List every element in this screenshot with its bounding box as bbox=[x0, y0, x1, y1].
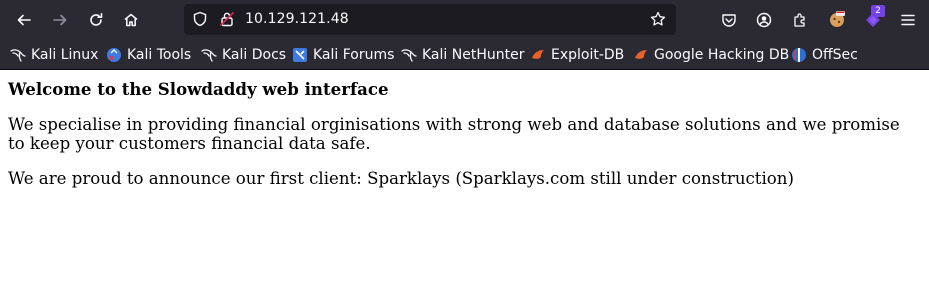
kali-dragon-icon bbox=[10, 47, 26, 63]
bookmark-label: Kali Docs bbox=[222, 47, 287, 63]
url-text[interactable]: 10.129.121.48 bbox=[245, 11, 349, 27]
extensions-badge: 2 bbox=[871, 5, 885, 17]
shield-icon[interactable] bbox=[192, 11, 208, 27]
bookmark-exploit-db[interactable]: Exploit-DB bbox=[530, 44, 624, 66]
kali-tools-icon bbox=[106, 47, 122, 63]
arrow-left-icon bbox=[17, 14, 31, 26]
account-icon[interactable] bbox=[755, 11, 773, 29]
client-paragraph: We are proud to announce our first clien… bbox=[8, 169, 794, 188]
offsec-icon bbox=[791, 47, 807, 63]
extensions-icon[interactable] bbox=[791, 11, 809, 29]
kali-forums-icon bbox=[292, 47, 308, 63]
kali-dragon-icon bbox=[401, 47, 417, 63]
bookmark-kali-linux[interactable]: Kali Linux bbox=[10, 44, 98, 66]
bookmark-kali-docs[interactable]: Kali Docs bbox=[201, 44, 286, 66]
bookmark-offsec[interactable]: OffSec bbox=[791, 44, 858, 66]
reload-button[interactable] bbox=[82, 6, 110, 34]
pocket-icon[interactable] bbox=[720, 11, 738, 29]
back-button[interactable] bbox=[10, 6, 38, 34]
bookmarks-toolbar: Kali Linux Kali Tools Kali Docs Kali For… bbox=[0, 40, 929, 70]
cookie-extension-icon[interactable] bbox=[827, 9, 847, 29]
bookmark-label: Exploit-DB bbox=[551, 47, 625, 63]
kali-dragon-icon bbox=[201, 47, 217, 63]
bookmark-google-hacking-db[interactable]: Google Hacking DB bbox=[633, 44, 789, 66]
url-bar[interactable]: 10.129.121.48 bbox=[184, 4, 676, 35]
bookmark-label: OffSec bbox=[812, 47, 858, 63]
exploit-db-icon bbox=[633, 47, 649, 63]
exploit-db-icon bbox=[530, 47, 546, 63]
forward-button[interactable] bbox=[46, 6, 74, 34]
bookmark-label: Kali NetHunter bbox=[422, 47, 525, 63]
home-icon bbox=[124, 13, 138, 27]
reload-icon bbox=[90, 13, 103, 26]
page-heading: Welcome to the Slowdaddy web interface bbox=[8, 79, 389, 99]
hamburger-menu-icon[interactable] bbox=[899, 11, 917, 29]
bookmark-star-icon[interactable] bbox=[650, 11, 666, 27]
insecure-lock-icon[interactable] bbox=[219, 11, 235, 27]
bookmark-kali-tools[interactable]: Kali Tools bbox=[106, 44, 191, 66]
bookmark-kali-nethunter[interactable]: Kali NetHunter bbox=[401, 44, 524, 66]
bookmark-kali-forums[interactable]: Kali Forums bbox=[292, 44, 394, 66]
bookmark-label: Google Hacking DB bbox=[654, 47, 790, 63]
bookmark-label: Kali Linux bbox=[31, 47, 99, 63]
bookmark-label: Kali Tools bbox=[127, 47, 192, 63]
browser-toolbar: 10.129.121.48 2 bbox=[0, 0, 929, 40]
arrow-right-icon bbox=[53, 14, 67, 26]
intro-paragraph: We specialise in providing financial org… bbox=[8, 115, 900, 153]
home-button[interactable] bbox=[117, 6, 145, 34]
bookmark-label: Kali Forums bbox=[313, 47, 395, 63]
